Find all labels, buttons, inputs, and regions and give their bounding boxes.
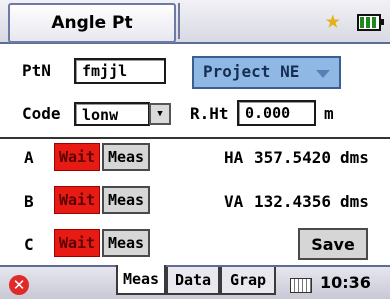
chevron-down-icon: ▼ [157, 109, 163, 119]
save-button[interactable]: Save [298, 228, 368, 260]
battery-cell [366, 17, 370, 28]
battery-cell [372, 17, 376, 28]
section-divider [0, 137, 390, 139]
point-c-meas-button[interactable]: Meas [102, 229, 150, 257]
point-c-label: C [24, 235, 34, 254]
tab-data[interactable]: Data [166, 267, 220, 295]
point-b-label: B [24, 192, 34, 211]
code-select[interactable]: lonw [74, 102, 150, 126]
rht-input[interactable]: 0.000 [237, 100, 316, 126]
ptn-input[interactable]: fmjjl [74, 58, 166, 84]
va-value: 132.4356 [254, 192, 332, 211]
chevron-down-icon [316, 70, 330, 78]
battery-cell [360, 17, 364, 28]
point-a-meas-button[interactable]: Meas [102, 143, 150, 171]
va-label: VA [224, 192, 244, 211]
project-select[interactable]: Project NE [192, 56, 341, 89]
ha-unit: dms [340, 148, 369, 167]
clock: 10:36 [320, 273, 371, 292]
keyboard-icon[interactable] [290, 278, 312, 293]
tab-grap[interactable]: Grap [220, 267, 276, 295]
bottom-tab-bar: ✕ Meas Data Grap 10:36 [0, 265, 390, 299]
project-select-value: Project NE [203, 62, 300, 81]
window-title: Angle Pt [8, 3, 176, 43]
star-icon[interactable]: ★ [325, 6, 341, 34]
point-b-meas-button[interactable]: Meas [102, 186, 150, 214]
point-a-label: A [24, 148, 34, 167]
code-dropdown-button[interactable]: ▼ [149, 103, 171, 125]
angle-pt-screen: Angle Pt ★ PtN fmjjl Project NE Code lon… [0, 0, 390, 299]
ha-value: 357.5420 [254, 148, 332, 167]
ha-label: HA [224, 148, 244, 167]
point-a-wait-status: Wait [54, 143, 100, 171]
title-divider [178, 3, 180, 39]
rht-label: R.Ht [190, 104, 229, 123]
title-bar: Angle Pt ★ [0, 0, 390, 44]
point-b-wait-status: Wait [54, 186, 100, 214]
rht-unit: m [324, 104, 334, 123]
close-icon[interactable]: ✕ [9, 275, 29, 295]
battery-icon [357, 14, 384, 31]
tab-meas[interactable]: Meas [116, 265, 166, 295]
va-unit: dms [340, 192, 369, 211]
ptn-label: PtN [22, 61, 51, 80]
point-c-wait-status: Wait [54, 229, 100, 257]
code-label: Code [22, 104, 61, 123]
